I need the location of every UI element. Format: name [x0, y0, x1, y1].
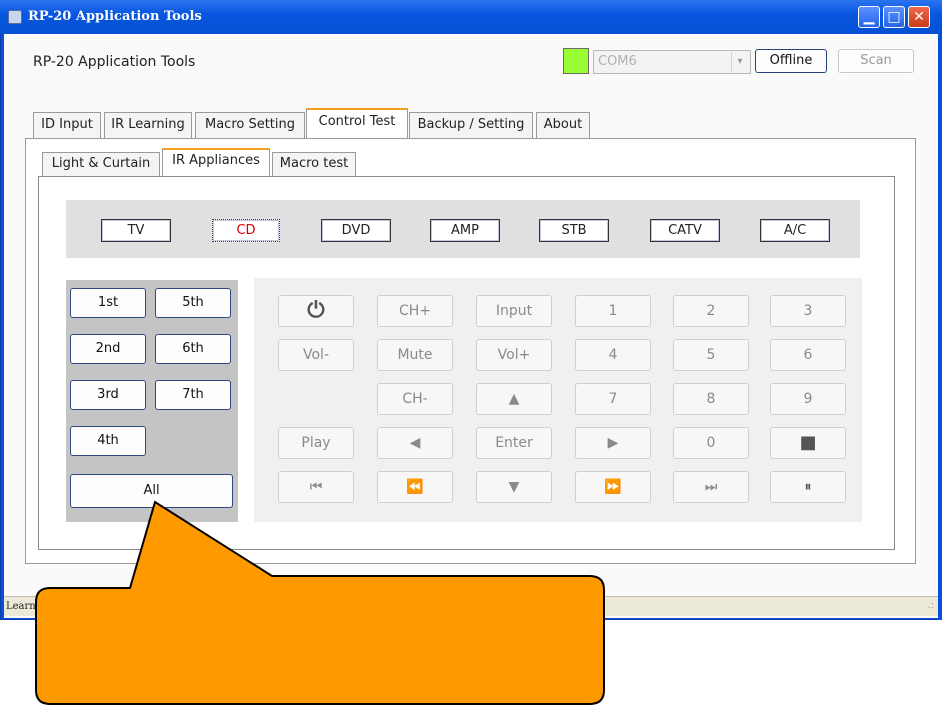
callout-shape — [35, 500, 605, 705]
input-button[interactable]: Input — [476, 295, 552, 327]
device-stb-button[interactable]: STB — [539, 219, 609, 242]
tab-backup-setting[interactable]: Backup / Setting — [409, 112, 533, 138]
volume-up-button[interactable]: Vol+ — [476, 339, 552, 371]
zone-2nd-button[interactable]: 2nd — [70, 334, 146, 364]
zone-1st-button[interactable]: 1st — [70, 288, 146, 318]
tab-id-input[interactable]: ID Input — [33, 112, 101, 138]
tab-about[interactable]: About — [536, 112, 590, 138]
volume-down-button[interactable]: Vol- — [278, 339, 354, 371]
device-amp-button[interactable]: AMP — [430, 219, 500, 242]
previous-track-button[interactable]: ⏮ — [278, 471, 354, 503]
zone-6th-button[interactable]: 6th — [155, 334, 231, 364]
arrow-down-button[interactable]: ▼ — [476, 471, 552, 503]
zone-7th-button[interactable]: 7th — [155, 380, 231, 410]
tab-ir-learning[interactable]: IR Learning — [104, 112, 192, 138]
arrow-up-button[interactable]: ▲ — [476, 383, 552, 415]
number-2-button[interactable]: 2 — [673, 295, 749, 327]
close-button[interactable]: ✕ — [908, 6, 930, 28]
number-9-button[interactable]: 9 — [770, 383, 846, 415]
device-catv-button[interactable]: CATV — [650, 219, 720, 242]
number-1-button[interactable]: 1 — [575, 295, 651, 327]
device-dvd-button[interactable]: DVD — [321, 219, 391, 242]
number-5-button[interactable]: 5 — [673, 339, 749, 371]
device-cd-button[interactable]: CD — [212, 219, 280, 242]
device-tv-button[interactable]: TV — [101, 219, 171, 242]
number-6-button[interactable]: 6 — [770, 339, 846, 371]
zone-4th-button[interactable]: 4th — [70, 426, 146, 456]
pause-button[interactable]: ⏸ — [770, 471, 846, 503]
power-button[interactable]: ⏻ — [278, 295, 354, 327]
channel-up-button[interactable]: CH+ — [377, 295, 453, 327]
mute-button[interactable]: Mute — [377, 339, 453, 371]
window-title: RP-20 Application Tools — [28, 9, 202, 24]
subtab-ir-appliances[interactable]: IR Appliances — [162, 148, 270, 176]
enter-button[interactable]: Enter — [476, 427, 552, 459]
chevron-down-icon[interactable]: ▾ — [731, 52, 748, 72]
maximize-button[interactable]: □ — [883, 6, 905, 28]
arrow-right-button[interactable]: ▶ — [575, 427, 651, 459]
callout-annotation — [35, 500, 605, 705]
subtab-macro-test[interactable]: Macro test — [272, 152, 356, 176]
number-3-button[interactable]: 3 — [770, 295, 846, 327]
number-0-button[interactable]: 0 — [673, 427, 749, 459]
device-ac-button[interactable]: A/C — [760, 219, 830, 242]
fast-forward-button[interactable]: ⏩ — [575, 471, 651, 503]
scan-button[interactable]: Scan — [838, 49, 914, 73]
app-icon — [8, 10, 22, 24]
next-track-button[interactable]: ⏭ — [673, 471, 749, 503]
play-button[interactable]: Play — [278, 427, 354, 459]
com-port-select[interactable]: COM6 — [593, 50, 751, 74]
arrow-left-button[interactable]: ◀ — [377, 427, 453, 459]
number-4-button[interactable]: 4 — [575, 339, 651, 371]
offline-button[interactable]: Offline — [755, 49, 827, 73]
number-8-button[interactable]: 8 — [673, 383, 749, 415]
zone-3rd-button[interactable]: 3rd — [70, 380, 146, 410]
number-7-button[interactable]: 7 — [575, 383, 651, 415]
tab-macro-setting[interactable]: Macro Setting — [195, 112, 305, 138]
zone-5th-button[interactable]: 5th — [155, 288, 231, 318]
connection-status-indicator — [563, 48, 589, 74]
app-title-label: RP-20 Application Tools — [33, 54, 196, 70]
channel-down-button[interactable]: CH- — [377, 383, 453, 415]
stop-button[interactable]: ■ — [770, 427, 846, 459]
minimize-button[interactable]: ▁ — [858, 6, 880, 28]
subtab-light-curtain[interactable]: Light & Curtain — [42, 152, 160, 176]
tab-control-test[interactable]: Control Test — [306, 108, 408, 138]
rewind-button[interactable]: ⏪ — [377, 471, 453, 503]
